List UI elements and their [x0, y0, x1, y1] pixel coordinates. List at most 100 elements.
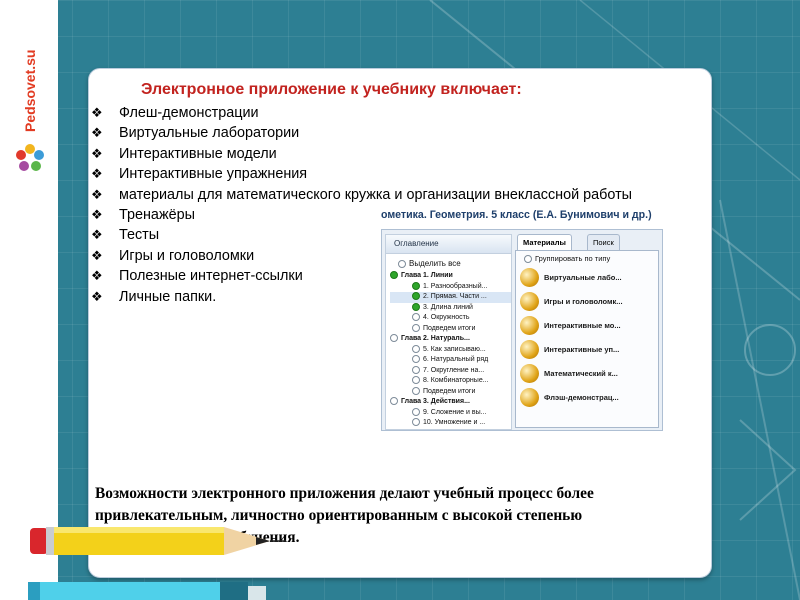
logo-sidebar: Pedsovet.su: [0, 0, 58, 600]
tree-item[interactable]: Подведем итоги: [390, 323, 511, 335]
tree-item[interactable]: 1. Разнообразный...: [390, 281, 511, 293]
list-item: ❖ Интерактивные модели: [89, 144, 689, 164]
status-dot-icon: [412, 418, 420, 427]
list-item-text: Интерактивные модели: [119, 145, 277, 162]
materials-pane: Материалы Поиск Группировать по типу Вир…: [515, 234, 659, 428]
bullet-icon: ❖: [91, 288, 103, 304]
bullet-icon: ❖: [91, 227, 103, 243]
status-dot-icon: [390, 271, 398, 280]
tree-item[interactable]: 10. Умножение и ...: [390, 418, 511, 429]
bullet-icon: ❖: [91, 105, 103, 120]
material-item-label: Интерактивные мо...: [544, 320, 621, 330]
material-item-label: Флэш-демонстрац...: [544, 392, 619, 402]
materials-items: Виртуальные лабо... Игры и головоломк... И…: [516, 265, 658, 409]
tree-item-label: Подведем итоги: [423, 387, 476, 395]
status-dot-icon: [412, 313, 420, 322]
list-item-text: Интерактивные упражнения: [119, 166, 308, 183]
tree-item-label: 1. Разнообразный...: [423, 282, 488, 290]
status-dot-icon: [412, 281, 420, 290]
app-screenshot: ометика. Геометрия. 5 класс (Е.А. Бунимо…: [381, 209, 663, 431]
status-dot-icon: [412, 302, 420, 311]
material-item[interactable]: Интерактивные уп...: [516, 337, 658, 361]
status-dot-icon: [412, 292, 420, 301]
tree-item-label: Глава 1. Линии: [401, 272, 453, 279]
slide: Pedsovet.su Электронное приложение к уче…: [0, 0, 800, 600]
material-item[interactable]: Интерактивные мо...: [516, 313, 658, 337]
tree-item-label: Подведем итоги: [423, 324, 476, 332]
tab-search[interactable]: Поиск: [587, 234, 620, 250]
list-item: ❖ Флеш-демонстрации: [89, 103, 689, 123]
tree-item-label: 10. Умножение и ...: [423, 419, 486, 426]
radio-icon: [398, 259, 406, 268]
material-item-label: Игры и головоломк...: [544, 296, 623, 306]
tree-item-label: 7. Округление на...: [423, 366, 485, 374]
select-all-label: Выделить все: [409, 259, 461, 268]
material-type-icon: [520, 339, 539, 359]
contents-tree: Глава 1. Линии 1. Разнообразный... 2. Прям…: [386, 271, 511, 429]
tab-bar: Материалы Поиск: [515, 234, 659, 250]
tree-chapter[interactable]: Глава 3. Действия...: [390, 397, 511, 408]
pencil-icon: [30, 527, 286, 555]
tree-item-label: 9. Сложение и вы...: [423, 408, 487, 416]
tab-materials[interactable]: Материалы: [517, 234, 572, 250]
status-dot-icon: [412, 376, 420, 385]
card-title: Электронное приложение к учебнику включа…: [141, 81, 522, 98]
tree-item-label: 6. Натуральный ряд: [423, 356, 489, 363]
material-type-icon: [520, 267, 539, 287]
material-item[interactable]: Математический к...: [516, 361, 658, 385]
select-all-option[interactable]: Выделить все: [386, 254, 511, 271]
list-item: ❖ Виртуальные лаборатории: [89, 123, 689, 143]
list-item-text: Тренажёры: [119, 207, 195, 224]
material-type-icon: [520, 291, 539, 311]
bullet-icon: ❖: [91, 207, 103, 223]
status-dot-icon: [412, 365, 420, 374]
material-item-label: Математический к...: [544, 368, 618, 378]
list-item-text: материалы для математического кружка и о…: [119, 186, 633, 203]
tree-item[interactable]: Подведем итоги: [390, 386, 511, 398]
bullet-icon: ❖: [91, 166, 103, 182]
logo-text: Pedsovet.su: [22, 49, 38, 132]
tree-item-label: 5. Как записываю...: [423, 345, 486, 353]
material-item-label: Интерактивные уп...: [544, 344, 620, 354]
list-item-text: Тесты: [119, 227, 160, 244]
material-item[interactable]: Флэш-демонстрац...: [516, 385, 658, 409]
tree-item-label: 8. Комбинаторные...: [423, 377, 489, 384]
tree-item[interactable]: 4. Окружность: [390, 313, 511, 324]
tree-chapter[interactable]: Глава 2. Натураль...: [390, 334, 511, 345]
status-dot-icon: [412, 355, 420, 364]
status-dot-icon: [412, 407, 420, 416]
tree-chapter[interactable]: Глава 1. Линии: [390, 271, 511, 282]
list-item-text: Личные папки.: [119, 288, 217, 305]
tree-item[interactable]: 2. Прямая. Части ...: [390, 292, 511, 303]
screenshot-caption: ометика. Геометрия. 5 класс (Е.А. Бунимо…: [381, 209, 652, 221]
status-dot-icon: [412, 386, 420, 395]
material-type-icon: [520, 387, 539, 407]
radio-icon: [524, 255, 532, 264]
tree-item-label: 2. Прямая. Части ...: [423, 293, 487, 300]
material-item[interactable]: Виртуальные лабо...: [516, 265, 658, 289]
material-item[interactable]: Игры и головоломк...: [516, 289, 658, 313]
tree-item[interactable]: 3. Длина линий: [390, 302, 511, 314]
contents-header: Оглавление: [386, 235, 511, 254]
bullet-icon: ❖: [91, 247, 103, 263]
bullet-icon: ❖: [91, 268, 103, 284]
tree-item-label: Глава 2. Натураль...: [401, 335, 470, 342]
tree-item[interactable]: 8. Комбинаторные...: [390, 376, 511, 387]
status-dot-icon: [390, 334, 398, 343]
list-item: ❖ материалы для математического кружка и …: [89, 185, 689, 205]
group-by-type-option[interactable]: Группировать по типу: [516, 251, 658, 265]
status-dot-icon: [390, 397, 398, 406]
material-item-label: Виртуальные лабо...: [544, 272, 622, 282]
list-item-text: Полезные интернет-ссылки: [119, 268, 303, 285]
contents-pane: Оглавление Выделить все Глава 1. Линии 1.…: [385, 234, 512, 430]
list-item: ❖ Интерактивные упражнения: [89, 164, 689, 184]
tree-item[interactable]: 5. Как записываю...: [390, 344, 511, 356]
material-type-icon: [520, 315, 539, 335]
tree-item-label: 4. Окружность: [423, 314, 470, 321]
tree-item[interactable]: 9. Сложение и вы...: [390, 407, 511, 419]
tree-item[interactable]: 7. Округление на...: [390, 365, 511, 377]
bullet-icon: ❖: [91, 125, 103, 141]
tree-item[interactable]: 6. Натуральный ряд: [390, 355, 511, 366]
tree-item-label: 3. Длина линий: [423, 303, 473, 311]
bullet-icon: ❖: [91, 186, 103, 202]
